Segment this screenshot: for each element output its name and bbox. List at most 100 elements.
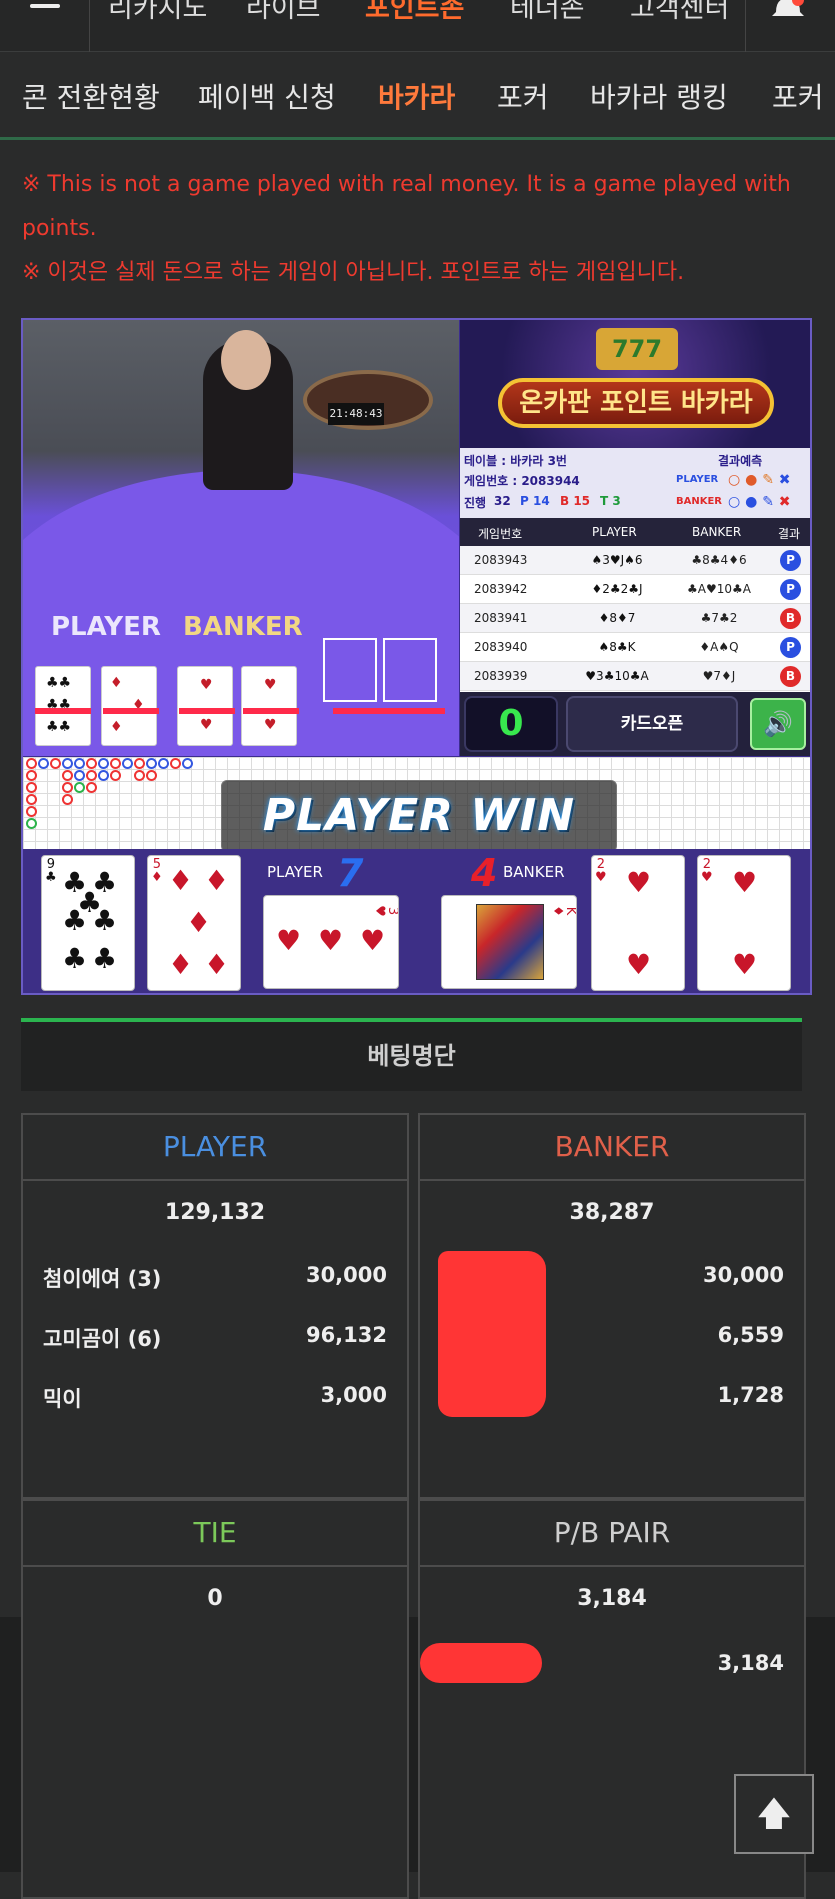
bead-mark <box>38 758 49 769</box>
player-bettor-3: 믹이 <box>43 1387 82 1411</box>
redaction-mark <box>438 1251 546 1417</box>
player-bets-box: PLAYER 129,132 첨이에여 (3) 30,000 고미곰이 (6) … <box>21 1113 409 1499</box>
results-header-banker: BANKER <box>692 525 742 539</box>
bead-mark <box>110 758 121 769</box>
table-clock: 21:48:43 <box>328 403 384 425</box>
predict-player-options[interactable]: ○ ● ✎ ✖ <box>728 472 791 488</box>
card-corner: 2 ♥ <box>701 857 713 885</box>
game-info: 테이블 : 바카라 3번 게임번호 : 2083944 진행 32 P 14 B… <box>460 448 810 518</box>
banker-score: 4 <box>471 851 498 895</box>
bead-mark <box>62 770 73 781</box>
sub-nav: 콘 전환현황 페이백 신청 바카라 포커 바카라 랭킹 포커 <box>0 52 835 140</box>
result-banker-cards: ♣7♣2 <box>700 611 738 625</box>
banner-title: 온카판 포인트 바카라 <box>498 378 774 428</box>
player-score: 7 <box>337 851 364 895</box>
top-nav-item-casino[interactable]: 리카지노 <box>108 0 207 25</box>
table-label: 테이블 : 바카라 3번 <box>464 454 567 468</box>
tie-bets-box: TIE 0 <box>21 1499 409 1899</box>
top-nav-item-pointzone[interactable]: 포인트존 <box>365 0 464 25</box>
game-banner: 777 온카판 포인트 바카라 <box>460 320 810 448</box>
bell-icon[interactable] <box>745 0 835 52</box>
banker-bet-amount-3: 1,728 <box>717 1383 784 1407</box>
hamburger-icon[interactable] <box>20 0 90 52</box>
result-badge: P <box>780 579 801 600</box>
result-row: 2083939 ♥3♣10♣A ♥7♦J B <box>460 662 810 691</box>
result-badge: B <box>780 608 801 629</box>
result-banker-cards: ♦A♠Q <box>699 640 739 654</box>
bead-mark <box>26 794 37 805</box>
king-face <box>476 904 544 980</box>
card-corner: 2 ♥ <box>595 857 607 885</box>
pair-bet-amount-1: 3,184 <box>717 1651 784 1675</box>
bet-marker <box>333 708 389 714</box>
results-table: 게임번호 PLAYER BANKER 결과 2083943 ♠3♥J♠6 ♣8♣4♦… <box>460 518 810 692</box>
progress-count: 32 <box>494 494 511 508</box>
result-player-cards: ♦2♣2♣J <box>591 582 643 596</box>
top-nav-item-tetherzone[interactable]: 테더존 <box>510 0 585 25</box>
result-game-no: 2083942 <box>474 582 528 596</box>
bet-marker <box>35 708 91 714</box>
player-score-label: PLAYER <box>267 863 323 881</box>
banker-bet-amount-1: 30,000 <box>702 1263 784 1287</box>
arrow-up-icon[interactable]: 🡅 <box>734 1774 814 1854</box>
progress-label: 진행 <box>464 496 487 510</box>
bead-mark <box>86 770 97 781</box>
bead-mark <box>26 758 37 769</box>
card-open-button[interactable]: 카드오픈 <box>566 696 738 752</box>
bet-marker <box>179 708 235 714</box>
sub-nav-item-baccarat[interactable]: 바카라 <box>378 76 455 116</box>
top-nav: 리카지노 라이브 포인트존 테더존 고객센터 <box>0 0 835 52</box>
result-banker-cards: ♥7♦J <box>702 669 736 683</box>
bead-mark <box>62 758 73 769</box>
video-card: ♥ ♥ <box>177 666 233 746</box>
tie-count: T 3 <box>600 494 621 508</box>
card-corner: 9 ♣ <box>45 857 57 885</box>
result-game-no: 2083941 <box>474 611 528 625</box>
pair-bets-header: P/B PAIR <box>420 1501 804 1567</box>
side-panel: 777 온카판 포인트 바카라 테이블 : 바카라 3번 게임번호 : 2083… <box>460 320 810 756</box>
result-game-no: 2083940 <box>474 640 528 654</box>
sub-nav-item-poker[interactable]: 포커 <box>497 76 549 116</box>
prediction-label: 결과예측 <box>718 454 763 468</box>
sub-nav-item-con-status[interactable]: 콘 전환현황 <box>22 76 160 116</box>
dealer-head <box>221 330 271 390</box>
bead-mark <box>74 770 85 781</box>
controls: 0 카드오픈 🔊 <box>460 692 810 756</box>
bead-mark <box>50 758 61 769</box>
speaker-icon[interactable]: 🔊 <box>750 698 806 750</box>
banker-score-label: BANKER <box>503 863 565 881</box>
results-body: 2083943 ♠3♥J♠6 ♣8♣4♦6 P 2083942 ♦2♣2♣J ♣A♥10♣A… <box>460 546 810 692</box>
betting-list-title: 베팅명단 <box>21 1018 802 1091</box>
bead-mark <box>74 758 85 769</box>
bead-mark <box>146 758 157 769</box>
results-header-result: 결과 <box>778 527 801 541</box>
top-nav-item-support[interactable]: 고객센터 <box>630 0 729 25</box>
banker-card-1: K ♦ <box>441 895 577 989</box>
banker-bets-box: BANKER 38,287 30,000 6,559 1,728 <box>418 1113 806 1499</box>
banker-card-3: 2 ♥ ♥ ♥ <box>697 855 791 991</box>
predict-banker-options[interactable]: ○ ● ✎ ✖ <box>728 494 791 510</box>
result-row: 2083941 ♦8♦7 ♣7♣2 B <box>460 604 810 633</box>
sub-nav-item-payback[interactable]: 페이백 신청 <box>198 76 336 116</box>
results-header-game-no: 게임번호 <box>478 527 523 541</box>
bead-mark <box>134 770 145 781</box>
result-badge: P <box>780 550 801 571</box>
banker-bet-amount-2: 6,559 <box>717 1323 784 1347</box>
bead-mark <box>62 794 73 805</box>
result-row: 2083943 ♠3♥J♠6 ♣8♣4♦6 P <box>460 546 810 575</box>
result-row: 2083942 ♦2♣2♣J ♣A♥10♣A P <box>460 575 810 604</box>
results-header-player: PLAYER <box>592 525 637 539</box>
player-bets-total: 129,132 <box>164 1200 266 1225</box>
result-banker-cards: ♣8♣4♦6 <box>691 553 747 567</box>
live-video: 21:48:43 PLAYER BANKER ♣♣ ♣♣ ♣♣ ♦ ♦ ♦ ♥ ♥ ♥ ♥ <box>23 320 459 756</box>
sub-nav-item-baccarat-ranking[interactable]: 바카라 랭킹 <box>590 76 728 116</box>
bet-marker <box>103 708 159 714</box>
player-bets-header: PLAYER <box>23 1115 407 1181</box>
bead-mark <box>98 758 109 769</box>
card-slot <box>323 638 377 702</box>
top-nav-item-live[interactable]: 라이브 <box>246 0 321 25</box>
sub-nav-item-poker-2[interactable]: 포커 <box>772 76 824 116</box>
result-row: 2083940 ♠8♣K ♦A♠Q P <box>460 633 810 662</box>
bead-mark <box>98 770 109 781</box>
player-bettor-1: 첨이에여 (3) <box>43 1267 162 1291</box>
